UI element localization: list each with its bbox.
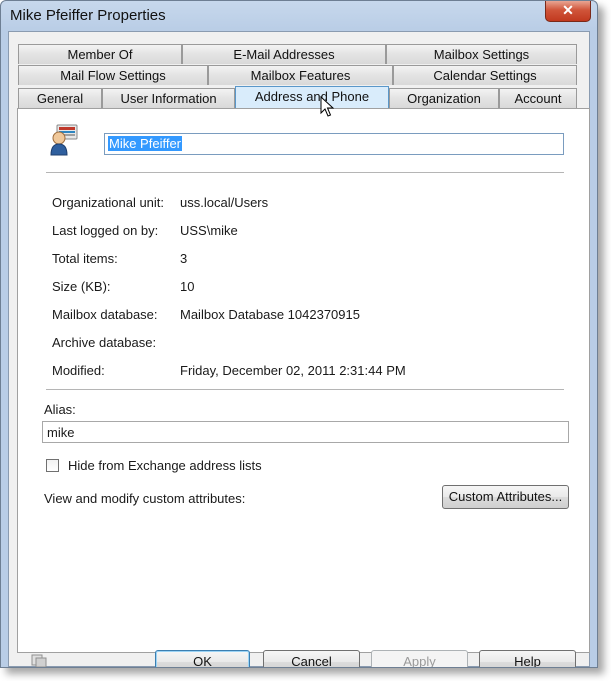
tab-general[interactable]: General	[18, 88, 102, 108]
field-label-last-logged: Last logged on by:	[52, 223, 159, 238]
field-label-mailbox-db: Mailbox database:	[52, 307, 158, 322]
field-value-modified: Friday, December 02, 2011 2:31:44 PM	[180, 363, 406, 378]
tab-address-and-phone[interactable]: Address and Phone	[235, 86, 389, 108]
mailbox-user-icon	[50, 124, 78, 156]
custom-attributes-label: View and modify custom attributes:	[44, 491, 246, 506]
mouse-pointer-icon	[320, 96, 334, 117]
display-name-value: Mike Pfeiffer	[108, 136, 183, 151]
general-tab-panel: Mike Pfeiffer Organizational unit: uss.l…	[17, 108, 590, 653]
cancel-button[interactable]: Cancel	[263, 650, 360, 667]
field-value-mailbox-db: Mailbox Database 1042370915	[180, 307, 360, 322]
help-button[interactable]: Help	[479, 650, 576, 667]
tab-mailbox-features[interactable]: Mailbox Features	[208, 65, 393, 85]
tab-account[interactable]: Account	[499, 88, 577, 108]
hide-from-address-lists-label[interactable]: Hide from Exchange address lists	[68, 458, 262, 473]
field-value-last-logged: USS\mike	[180, 223, 238, 238]
close-button[interactable]: ✕	[545, 1, 591, 22]
tab-user-information[interactable]: User Information	[102, 88, 235, 108]
separator-bottom	[46, 389, 564, 390]
close-icon: ✕	[562, 2, 574, 18]
field-label-modified: Modified:	[52, 363, 105, 378]
hide-from-address-lists-checkbox[interactable]	[46, 459, 59, 472]
apply-button[interactable]: Apply	[371, 650, 468, 667]
field-label-org-unit: Organizational unit:	[52, 195, 165, 210]
tab-mail-flow-settings[interactable]: Mail Flow Settings	[18, 65, 208, 85]
tab-member-of[interactable]: Member Of	[18, 44, 182, 64]
alias-field[interactable]: mike	[42, 421, 569, 443]
dialog-client-area: Member Of E-Mail Addresses Mailbox Setti…	[8, 31, 590, 667]
field-value-org-unit: uss.local/Users	[180, 195, 269, 210]
tab-calendar-settings[interactable]: Calendar Settings	[393, 65, 577, 85]
separator-top	[46, 172, 564, 173]
field-label-archive-db: Archive database:	[52, 335, 157, 350]
field-value-total-items: 3	[180, 251, 188, 266]
display-name-field[interactable]: Mike Pfeiffer	[104, 133, 564, 155]
tab-email-addresses[interactable]: E-Mail Addresses	[182, 44, 386, 64]
ok-button[interactable]: OK	[155, 650, 250, 667]
tab-organization[interactable]: Organization	[389, 88, 499, 108]
field-label-total-items: Total items:	[52, 251, 118, 266]
properties-window: Mike Pfeiffer Properties ✕ Member Of E-M…	[0, 0, 598, 668]
custom-attributes-button[interactable]: Custom Attributes...	[442, 485, 569, 509]
alias-label: Alias:	[44, 402, 76, 417]
status-icon	[31, 654, 47, 667]
window-title: Mike Pfeiffer Properties	[10, 7, 166, 24]
field-value-size: 10	[180, 279, 195, 294]
title-bar[interactable]: Mike Pfeiffer Properties ✕	[1, 1, 597, 31]
tab-mailbox-settings[interactable]: Mailbox Settings	[386, 44, 577, 64]
field-label-size: Size (KB):	[52, 279, 111, 294]
